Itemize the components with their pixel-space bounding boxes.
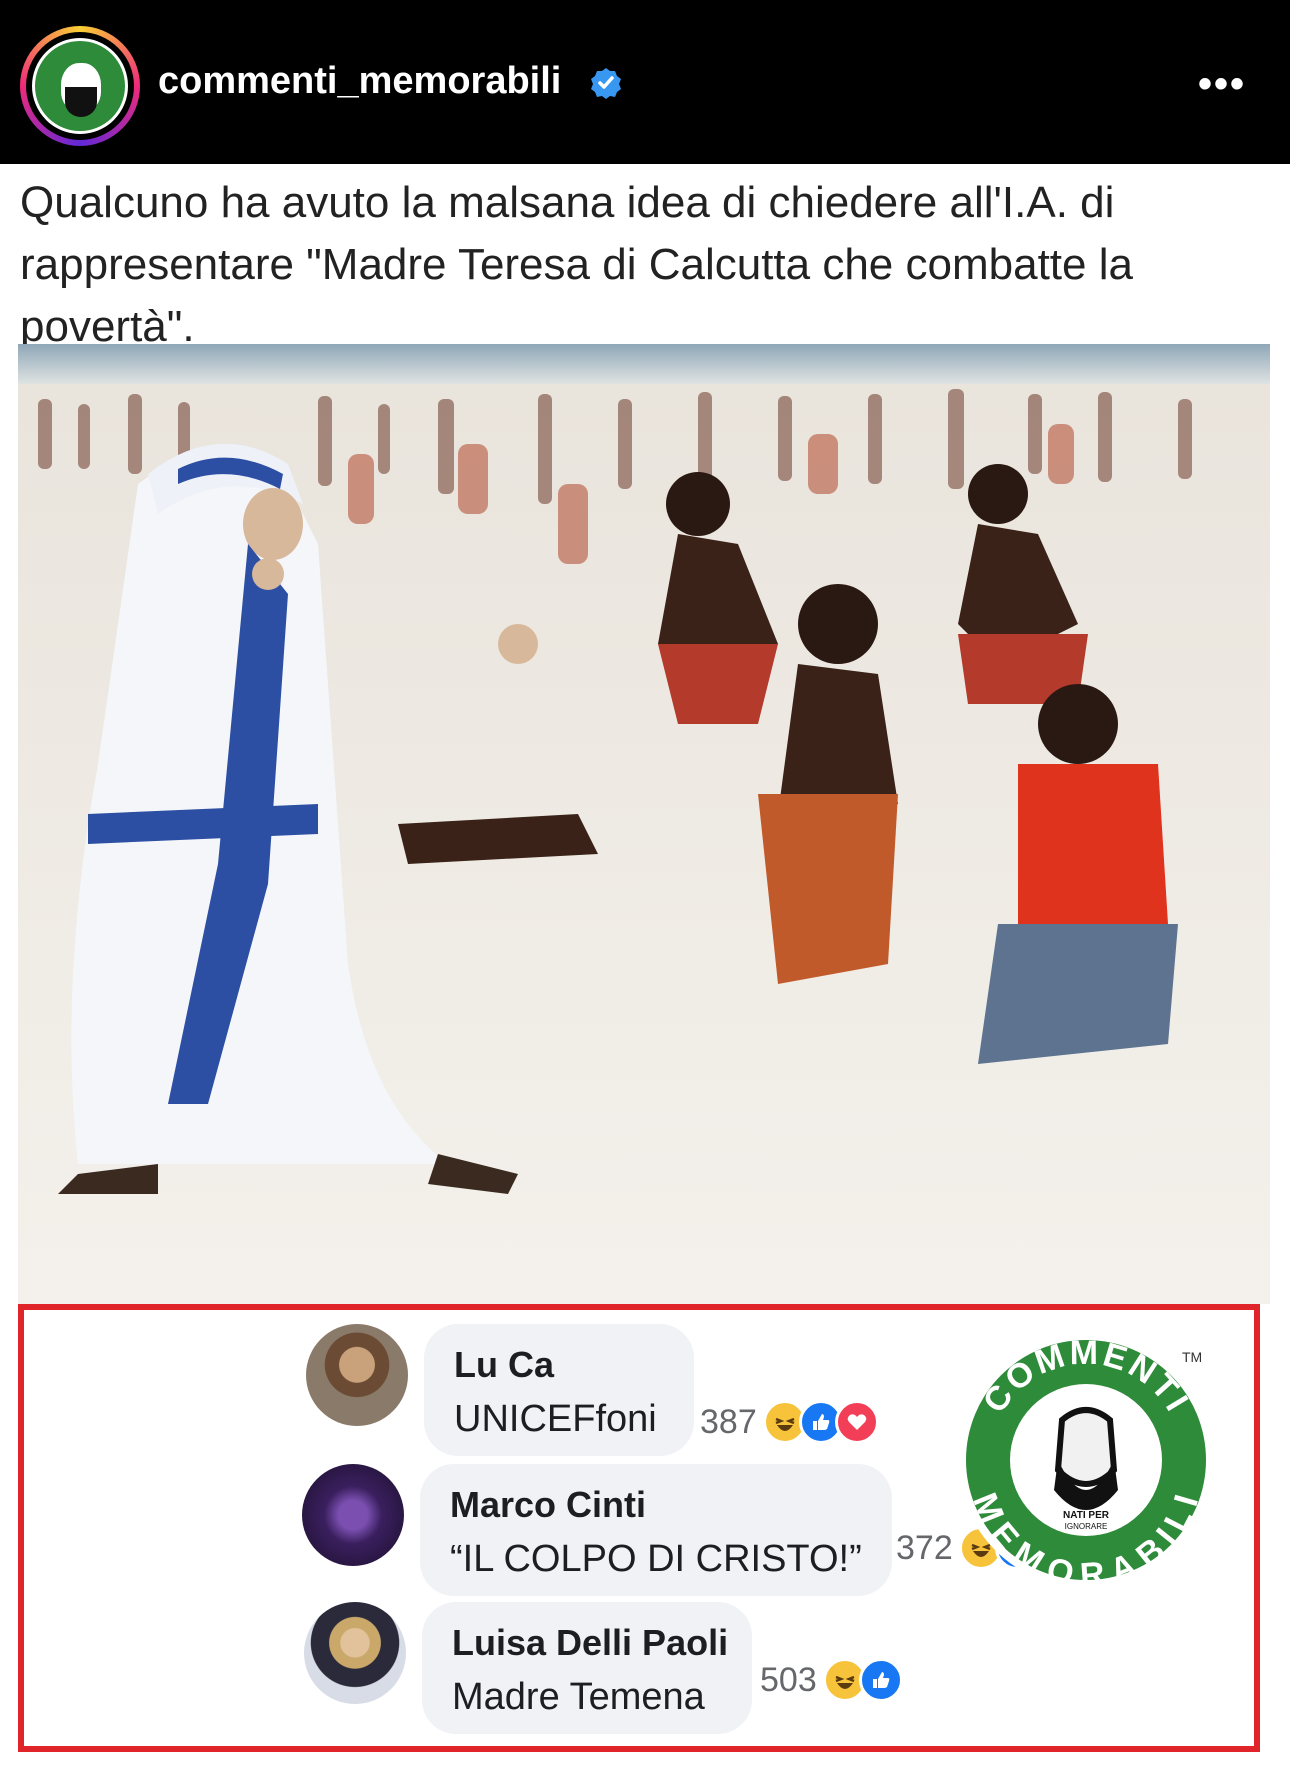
commenter-avatar[interactable] (306, 1324, 408, 1426)
reactions[interactable]: 387 (700, 1400, 879, 1444)
more-options-button[interactable]: ••• (1198, 62, 1246, 107)
love-icon (834, 1400, 879, 1444)
logo-icon (32, 38, 128, 134)
commenter-avatar[interactable] (304, 1602, 406, 1704)
like-icon (858, 1658, 903, 1702)
comment-bubble: Marco Cinti “IL COLPO DI CRISTO!” (420, 1464, 892, 1596)
svg-text:IGNORARE: IGNORARE (1065, 1522, 1108, 1531)
svg-text:TM: TM (1182, 1349, 1202, 1365)
post-caption: Qualcuno ha avuto la malsana idea di chi… (20, 178, 1133, 351)
post-body: Qualcuno ha avuto la malsana idea di chi… (0, 164, 1290, 1765)
commenter-name[interactable]: Luisa Delli Paoli (452, 1622, 728, 1664)
comment-bubble: Lu Ca UNICEFfoni (424, 1324, 694, 1456)
commenter-name[interactable]: Lu Ca (454, 1344, 554, 1386)
reaction-count: 372 (896, 1528, 953, 1567)
reaction-count: 503 (760, 1660, 817, 1699)
comment-text: UNICEFfoni (454, 1398, 657, 1440)
post-image (18, 344, 1270, 1304)
commenter-avatar[interactable] (302, 1464, 404, 1566)
username[interactable]: commenti_memorabili (158, 60, 561, 103)
watermark-logo-icon: COMMENTI MEMORABILI NATI PER IGNORARE TM (958, 1332, 1214, 1592)
comment-text: “IL COLPO DI CRISTO!” (450, 1538, 862, 1580)
comment-text: Madre Temena (452, 1676, 705, 1718)
svg-text:NATI PER: NATI PER (1063, 1510, 1110, 1521)
profile-avatar[interactable] (20, 26, 140, 146)
comment-bubble: Luisa Delli Paoli Madre Temena (422, 1602, 752, 1734)
reaction-count: 387 (700, 1402, 757, 1441)
verified-badge-icon (591, 68, 621, 99)
reactions[interactable]: 503 (760, 1658, 903, 1702)
post-header: commenti_memorabili ••• (0, 0, 1290, 164)
commenter-name[interactable]: Marco Cinti (450, 1484, 646, 1526)
